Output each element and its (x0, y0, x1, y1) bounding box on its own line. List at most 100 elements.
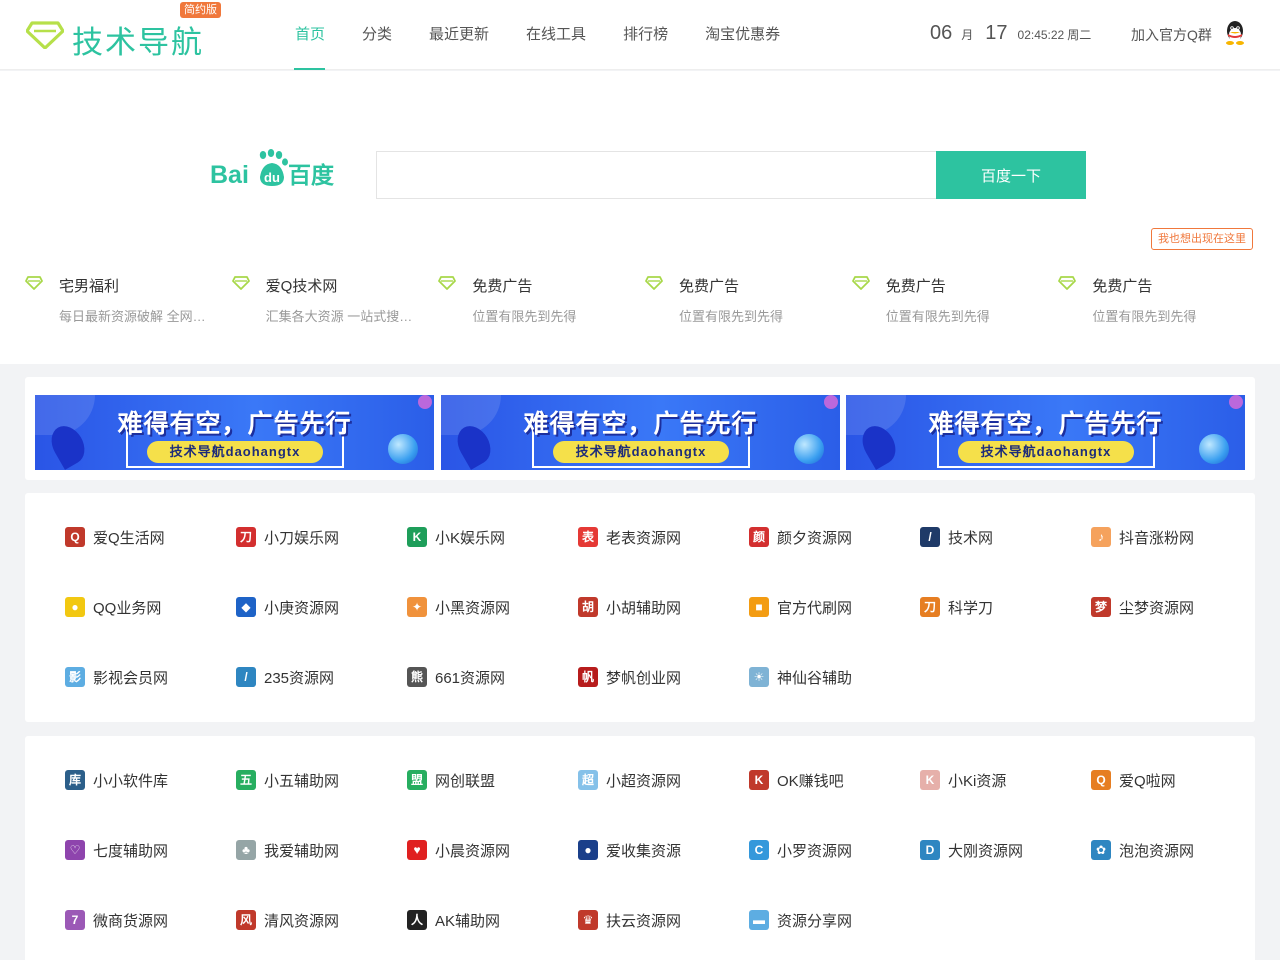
search-section: Bai du 百度 百度一下 我也想出现在这里 宅男福利 每日最新资源破解 全网… (0, 71, 1280, 364)
site-mengfan-icon: 帆 (578, 667, 598, 687)
diamond-icon (231, 276, 250, 290)
nav-recent[interactable]: 最近更新 (410, 0, 507, 70)
site-link[interactable]: 人 AK辅助网 (407, 898, 547, 942)
ad-banner[interactable]: 难得有空，广告先行 技术导航daohangtx (35, 395, 434, 470)
site-link-label: 影视会员网 (93, 669, 169, 687)
main-nav: 首页 分类 最近更新 在线工具 排行榜 淘宝优惠券 (276, 0, 798, 70)
featured-title: 宅男福利 (59, 278, 120, 295)
site-link-label: 抖音涨粉网 (1119, 529, 1195, 547)
site-link[interactable]: 帆梦帆创业网 (578, 655, 718, 699)
featured-item[interactable]: 免费广告 位置有限先到先得 (645, 272, 852, 332)
site-link[interactable]: 盟网创联盟 (407, 758, 547, 802)
ad-banner[interactable]: 难得有空，广告先行 技术导航daohangtx (846, 395, 1245, 470)
site-link[interactable]: 胡小胡辅助网 (578, 585, 718, 629)
site-link[interactable]: 表老表资源网 (578, 515, 718, 559)
site-link[interactable]: K OK赚钱吧 (749, 758, 889, 802)
site-link[interactable]: ■ 官方代刷网 (749, 585, 889, 629)
site-link[interactable]: ▬ 资源分享网 (749, 898, 889, 942)
site-link[interactable]: 风清风资源网 (236, 898, 376, 942)
site-wu-icon: 五 (236, 770, 256, 790)
site-link-label: 小罗资源网 (777, 842, 853, 860)
site-link[interactable]: 7 微商货源网 (65, 898, 205, 942)
site-link[interactable]: ✦ 小黑资源网 (407, 585, 547, 629)
site-link[interactable]: Q 爱Q生活网 (65, 515, 205, 559)
clock-weekday: 周二 (1067, 28, 1092, 42)
site-link[interactable]: ● QQ业务网 (65, 585, 205, 629)
site-link[interactable]: 熊 661资源网 (407, 655, 547, 699)
site-link[interactable]: 五小五辅助网 (236, 758, 376, 802)
site-link[interactable]: 刀小刀娱乐网 (236, 515, 376, 559)
clock: 06 月 17 02:45:22 周二 (930, 22, 1091, 48)
featured-item[interactable]: 免费广告 位置有限先到先得 (438, 272, 645, 332)
site-link[interactable]: 库小小软件库 (65, 758, 205, 802)
featured-item[interactable]: 宅男福利 每日最新资源破解 全网第一个宅男福利论坛 (25, 272, 232, 332)
site-link[interactable]: K 小K娱乐网 (407, 515, 547, 559)
site-link-label: 科学刀 (948, 599, 994, 617)
nav-home[interactable]: 首页 (276, 0, 343, 70)
featured-title: 免费广告 (679, 278, 740, 295)
site-link-label: 扶云资源网 (606, 912, 682, 930)
search-input[interactable] (376, 151, 936, 199)
site-link[interactable]: C 小罗资源网 (749, 828, 889, 872)
site-link[interactable]: ♪ 抖音涨粉网 (1091, 515, 1231, 559)
site-badge-icon: ✦ (407, 597, 427, 617)
site-xiaodao-icon: 刀 (236, 527, 256, 547)
site-sun-icon: ☀ (749, 667, 769, 687)
join-qq-group-link[interactable]: 加入官方Q群 (1131, 21, 1246, 46)
site-link-label: 梦帆创业网 (606, 669, 682, 687)
clock-month: 06 (930, 22, 953, 44)
site-link-label: 大刚资源网 (948, 842, 1024, 860)
site-logo[interactable]: 技术导航 简约版 (26, 2, 226, 61)
site-link[interactable]: D 大刚资源网 (920, 828, 1060, 872)
site-link-label: 小Ki资源 (948, 772, 1007, 790)
baidu-search-button[interactable]: 百度一下 (936, 151, 1086, 199)
site-yan-icon: 颜 (749, 527, 769, 547)
site-q-circle-icon: Q (1091, 770, 1111, 790)
site-link[interactable]: ♛ 扶云资源网 (578, 898, 718, 942)
nav-coupons[interactable]: 淘宝优惠券 (686, 0, 798, 70)
site-person-icon: 人 (407, 910, 427, 930)
site-link[interactable]: K 小Ki资源 (920, 758, 1060, 802)
site-link[interactable]: 影影视会员网 (65, 655, 205, 699)
site-link[interactable]: ◆ 小庚资源网 (236, 585, 376, 629)
site-link-label: 小K娱乐网 (435, 529, 506, 547)
site-link[interactable]: ♥ 小晨资源网 (407, 828, 547, 872)
site-link-label: 网创联盟 (435, 772, 496, 790)
site-meng-icon: 盟 (407, 770, 427, 790)
site-tree-icon: ♣ (236, 840, 256, 860)
featured-item[interactable]: 免费广告 位置有限先到先得 (1058, 272, 1265, 332)
site-link[interactable]: 刀科学刀 (920, 585, 1060, 629)
site-link[interactable]: / 技术网 (920, 515, 1060, 559)
nav-ranking[interactable]: 排行榜 (604, 0, 686, 70)
site-link[interactable]: ♡ 七度辅助网 (65, 828, 205, 872)
featured-item[interactable]: 爱Q技术网 汇集各大资源 一站式搜索下载平台 (231, 272, 439, 332)
site-link-label: 爱Q啦网 (1119, 772, 1176, 790)
banner-subtitle: 技术导航daohangtx (147, 441, 323, 463)
site-link-label: 神仙谷辅助 (777, 669, 853, 687)
nav-tools[interactable]: 在线工具 (507, 0, 604, 70)
site-link[interactable]: 梦尘梦资源网 (1091, 585, 1231, 629)
site-link[interactable]: / 235资源网 (236, 655, 376, 699)
banner-title: 难得有空，广告先行 (928, 409, 1163, 438)
site-d-letter-icon: D (920, 840, 940, 860)
advertise-here-button[interactable]: 我也想出现在这里 (1151, 228, 1253, 250)
site-link[interactable]: 超小超资源网 (578, 758, 718, 802)
featured-item[interactable]: 免费广告 位置有限先到先得 (851, 272, 1059, 332)
site-link[interactable]: ● 爱收集资源 (578, 828, 718, 872)
banner-subtitle: 技术导航daohangtx (958, 441, 1134, 463)
site-link[interactable]: Q 爱Q啦网 (1091, 758, 1231, 802)
site-shop-icon: ■ (749, 597, 769, 617)
site-link-label: 小黑资源网 (435, 599, 511, 617)
nav-category[interactable]: 分类 (343, 0, 410, 70)
site-book-icon: 库 (65, 770, 85, 790)
qq-penguin-icon (1225, 21, 1244, 45)
site-chao-icon: 超 (578, 770, 598, 790)
site-link[interactable]: ♣ 我爱辅助网 (236, 828, 376, 872)
site-link[interactable]: 颜颜夕资源网 (749, 515, 889, 559)
ad-banner[interactable]: 难得有空，广告先行 技术导航daohangtx (441, 395, 840, 470)
site-link[interactable]: ✿ 泡泡资源网 (1091, 828, 1231, 872)
site-heart-outline-icon: ♡ (65, 840, 85, 860)
site-seal-icon: 风 (236, 910, 256, 930)
site-link[interactable]: ☀ 神仙谷辅助 (749, 655, 889, 699)
banner-title: 难得有空，广告先行 (523, 409, 758, 438)
